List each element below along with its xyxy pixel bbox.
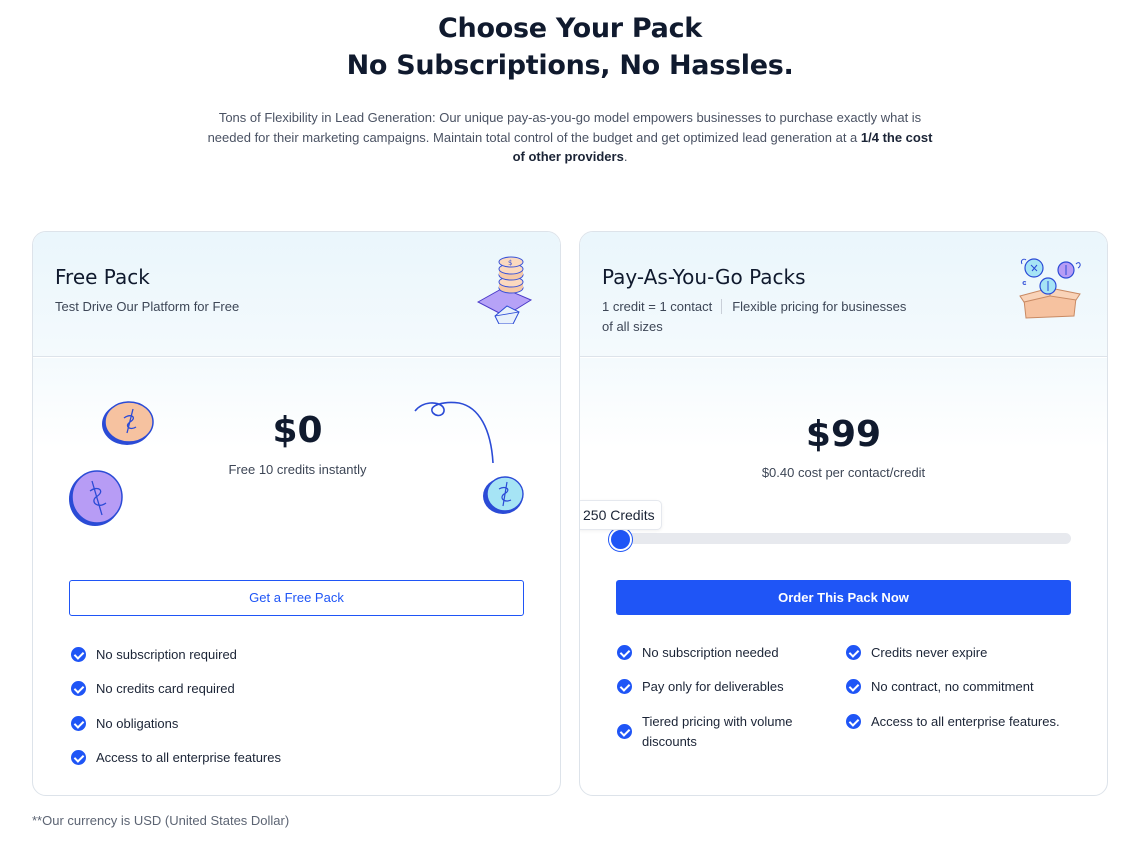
currency-footnote: **Our currency is USD (United States Dol… [32,813,290,828]
check-circle-icon [71,681,86,697]
check-circle-icon [846,714,861,730]
check-circle-icon [617,679,632,695]
paygo-pack-title: Pay-As-You-Go Packs [602,265,806,289]
feature-label: No credits card required [96,681,235,696]
feature-label: No subscription required [96,647,237,662]
page-title: Choose Your Pack No Subscriptions, No Ha… [0,10,1140,84]
feature-item: No subscription required [71,645,237,665]
check-circle-icon [846,679,861,695]
coin-stack-illustration: $ [476,256,533,324]
free-pack-title: Free Pack [55,265,150,289]
check-circle-icon [846,645,861,661]
check-circle-icon [71,716,86,732]
get-free-pack-button[interactable]: Get a Free Pack [69,580,524,616]
coin-box-illustration [1019,258,1081,319]
free-pack-price-note: Free 10 credits instantly [228,462,367,477]
paygo-pack-price: $99 [805,414,882,455]
check-circle-icon [71,750,86,766]
feature-label: Access to all enterprise features [96,750,281,765]
cost-per-credit-amount: $0.40 [761,465,795,480]
credits-slider-thumb[interactable] [609,528,632,551]
feature-item: No credits card required [71,679,235,699]
feature-label: No obligations [96,716,179,731]
credits-slider-tooltip: 250 Credits [580,500,662,530]
feature-label: Credits never expire [871,645,988,660]
feature-item: No contract, no commitment [846,677,1034,697]
feature-item: Access to all enterprise features. [846,712,1060,732]
free-pack-price: $0 [272,410,323,451]
feature-label: Pay only for deliverables [642,679,784,694]
cost-per-credit-label: cost per contact/credit [798,465,926,480]
credit-ratio-text: 1 credit = 1 contact [602,299,713,314]
credits-slider-track[interactable] [618,533,1071,544]
blue-coin-icon [483,476,524,514]
feature-label: No contract, no commitment [871,679,1034,694]
purple-coin-icon [69,470,123,526]
page-title-line-1: Choose Your Pack [438,13,702,44]
feature-label: Tiered pricing with volume discounts [642,714,793,749]
feature-item: Pay only for deliverables [617,677,784,697]
page-description: Tons of Flexibility in Lead Generation: … [200,108,940,167]
feature-label: Access to all enterprise features. [871,714,1060,729]
feature-item: Access to all enterprise features [71,748,281,768]
paygo-pack-card: Pay-As-You-Go Packs 1 credit = 1 contact… [579,231,1108,796]
svg-text:$: $ [508,259,512,267]
flexible-pricing-text-cont: of all sizes [602,319,663,334]
feature-item: Tiered pricing with volume discounts [617,712,827,751]
check-circle-icon [617,724,632,739]
feature-item: No subscription needed [617,643,779,663]
free-pack-subtitle: Test Drive Our Platform for Free [55,299,240,314]
flexible-pricing-text: Flexible pricing for businesses [732,299,907,314]
free-pack-card: Free Pack Test Drive Our Platform for Fr… [32,231,561,796]
feature-item: Credits never expire [846,643,987,663]
page-title-line-2: No Subscriptions, No Hassles. [346,50,794,81]
feature-label: No subscription needed [642,645,779,660]
order-pack-button[interactable]: Order This Pack Now [616,580,1071,615]
check-circle-icon [617,645,632,661]
subtitle-divider [721,299,723,314]
check-circle-icon [71,647,86,663]
description-text: Tons of Flexibility in Lead Generation: … [207,110,922,145]
description-end: . [623,149,628,164]
paygo-pack-subtitle: 1 credit = 1 contact Flexible pricing for… [602,297,932,337]
paygo-price-note: $0.40 cost per contact/credit [580,465,1107,480]
feature-item: No obligations [71,714,178,734]
